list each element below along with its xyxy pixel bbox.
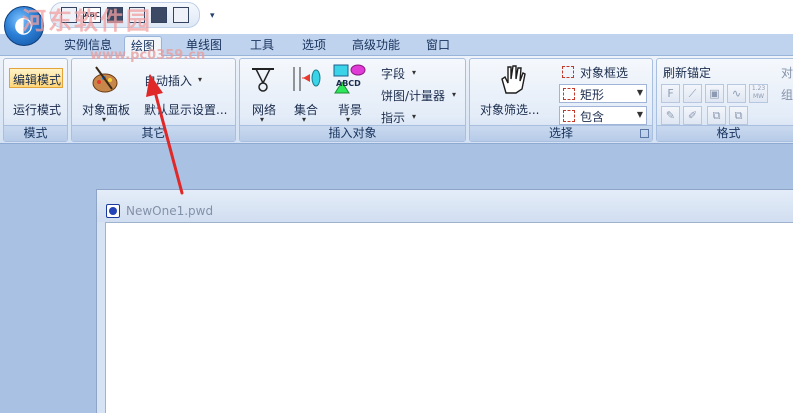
group-other-label: 其它 [72,125,235,141]
tab-options[interactable]: 选项 [296,36,332,56]
watermark-site: 河东软件园 [22,6,152,35]
layer-icon[interactable]: ▣ [705,84,724,103]
object-panel-dropdown-icon[interactable]: ▾ [102,115,106,124]
tab-advanced[interactable]: 高级功能 [346,36,406,56]
select-mode-value: 包含 [580,110,605,124]
line-style-icon[interactable]: ⟋ [683,84,702,103]
background-abcd-label: ABCD [336,79,361,88]
customize-quick-access-button[interactable]: ▾ [210,11,215,21]
group-select-label: 选择 [470,125,652,141]
font-format-button[interactable]: F [661,84,680,103]
auto-insert-button[interactable]: 自动插入 [144,72,192,89]
document-window: NewOne1.pwd [96,189,793,413]
group-other: 对象面板 ▾ 自动插入 ▾ 默认显示设置... 其它 [71,58,236,142]
bring-front-icon[interactable]: ⧉ [707,106,726,125]
format-overflow-label-1: 对 [781,66,793,80]
object-frame-select-button[interactable]: 对象框选 [580,64,628,81]
send-back-icon[interactable]: ⧉ [729,106,748,125]
select-shape-value: 矩形 [580,88,605,102]
group-mode-label: 模式 [4,125,67,141]
tab-window[interactable]: 窗口 [420,36,456,56]
select-group-launcher-icon[interactable] [640,129,649,138]
frame-select-icon [562,66,574,78]
paint-brush-icon[interactable]: ✐ [683,106,702,125]
pie-meter-dropdown-icon[interactable]: ▾ [452,90,456,99]
palette-icon [92,66,118,93]
default-display-settings-button[interactable]: 默认显示设置... [144,101,227,118]
document-title: NewOne1.pwd [126,204,214,218]
eyedropper-icon[interactable]: ✎ [661,106,680,125]
contain-mode-icon [563,110,575,122]
edit-mode-button[interactable]: 编辑模式 [13,71,61,88]
network-dropdown-icon[interactable]: ▾ [260,115,264,124]
hand-pointer-icon [501,65,526,94]
document-title-bar[interactable]: NewOne1.pwd [97,190,793,222]
field-dropdown-icon[interactable]: ▾ [412,68,416,77]
link-icon[interactable]: ∿ [727,84,746,103]
grid-icon[interactable] [173,7,189,23]
run-mode-button[interactable]: 运行模式 [13,101,61,118]
field-button[interactable]: 字段 [381,65,405,82]
object-filter-button[interactable]: 对象筛选... [480,101,539,118]
group-format: 刷新锚定 F ⟋ ▣ ∿ 1.23 MW ✎ ✐ ⧉ ⧉ 对 组 格式 [656,58,793,142]
format-overflow-label-2: 组 [781,88,793,102]
drawing-canvas[interactable] [105,222,793,413]
indicator-dropdown-icon[interactable]: ▾ [412,112,416,121]
group-select: 对象筛选... 对象框选 矩形 ▼ 包含 ▼ 选择 [469,58,653,142]
tab-tools[interactable]: 工具 [244,36,280,56]
indicator-button[interactable]: 指示 [381,109,405,126]
ribbon: 编辑模式 运行模式 模式 对象面板 ▾ 自动插入 ▾ 默认显示设置... 其它 … [0,56,793,144]
auto-insert-dropdown-icon[interactable]: ▾ [198,75,202,84]
background-dropdown-icon[interactable]: ▾ [346,115,350,124]
select-shape-arrow-icon[interactable]: ▼ [637,88,643,97]
group-insert-objects-label: 插入对象 [240,125,465,141]
measure-mw-button[interactable]: 1.23 MW [749,84,768,103]
rectangle-shape-icon [563,88,575,100]
network-icon [252,68,274,92]
group-format-label: 格式 [657,125,793,141]
group-insert-objects: 网络 ▾ 集合 ▾ ABCD 背景 ▾ 字段 ▾ 饼图/计量器 ▾ 指示 ▾ 插… [239,58,466,142]
collection-dropdown-icon[interactable]: ▾ [302,115,306,124]
pie-meter-button[interactable]: 饼图/计量器 [381,87,445,104]
select-shape-combo[interactable]: 矩形 ▼ [559,84,647,103]
document-icon [106,204,120,218]
select-mode-combo[interactable]: 包含 ▼ [559,106,647,125]
select-mode-arrow-icon[interactable]: ▼ [637,110,643,119]
refresh-anchor-button[interactable]: 刷新锚定 [663,64,711,81]
watermark-url: www.pc0359.cn [90,48,206,63]
collection-icon [293,67,321,91]
export-icon[interactable] [151,7,167,23]
group-mode: 编辑模式 运行模式 模式 [3,58,68,142]
